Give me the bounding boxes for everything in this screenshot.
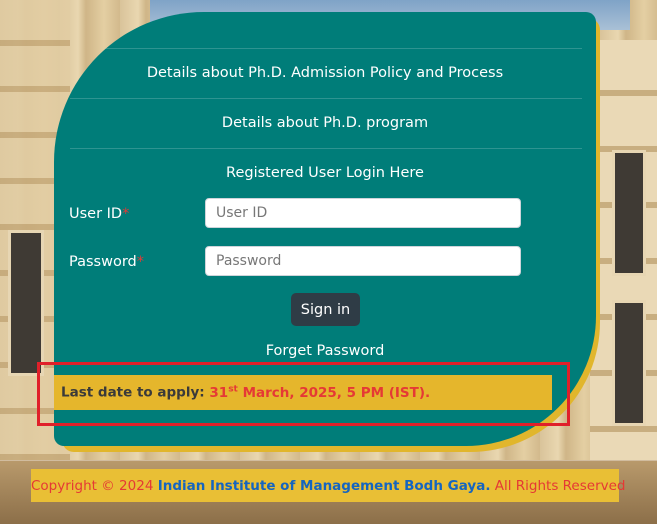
footer-org-link[interactable]: Indian Institute of Management Bodh Gaya…	[158, 478, 491, 494]
divider	[70, 48, 582, 49]
password-label: Password*	[69, 254, 144, 270]
footer: Copyright © 2024 Indian Institute of Man…	[31, 469, 626, 502]
password-input[interactable]	[205, 246, 521, 276]
user-id-input[interactable]	[205, 198, 521, 228]
footer-rights: All Rights Reserved	[494, 478, 626, 494]
highlight-box	[37, 362, 570, 426]
background-window	[612, 300, 646, 426]
footer-divider	[0, 460, 657, 461]
footer-text: Copyright © 2024 Indian Institute of Man…	[31, 478, 626, 494]
sign-in-button[interactable]: Sign in	[291, 293, 360, 326]
admission-policy-link[interactable]: Details about Ph.D. Admission Policy and…	[54, 65, 596, 81]
user-id-label: User ID*	[69, 206, 129, 222]
forget-password-link[interactable]: Forget Password	[54, 343, 596, 359]
background-window	[612, 150, 646, 276]
phd-program-link[interactable]: Details about Ph.D. program	[54, 115, 596, 131]
background-window	[8, 230, 44, 376]
footer-copyright: Copyright © 2024	[31, 478, 154, 494]
divider	[70, 98, 582, 99]
login-heading: Registered User Login Here	[226, 165, 424, 181]
password-label-text: Password	[69, 254, 137, 270]
required-marker: *	[122, 206, 130, 222]
required-marker: *	[136, 254, 144, 270]
divider	[70, 148, 582, 149]
user-id-label-text: User ID	[69, 206, 123, 222]
